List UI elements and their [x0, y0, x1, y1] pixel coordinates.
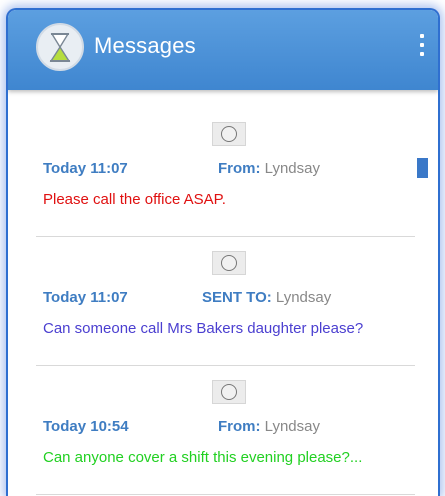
message-contact: From: Lyndsay: [218, 418, 320, 435]
unread-indicator: [417, 158, 428, 178]
message-text: Please call the office ASAP.: [43, 191, 226, 208]
select-radio[interactable]: [212, 380, 246, 404]
direction-label: From:: [218, 160, 261, 177]
message-time: Today 10:54: [43, 418, 129, 435]
message-contact: SENT TO: Lyndsay: [202, 289, 331, 306]
message-time: Today 11:07: [43, 160, 128, 177]
hourglass-logo-icon: [36, 23, 84, 71]
message-item[interactable]: Today 10:54 From: Lyndsay Can anyone cov…: [36, 366, 415, 495]
message-item[interactable]: Today 11:07 SENT TO: Lyndsay Can someone…: [36, 237, 415, 366]
direction-label: From:: [218, 418, 261, 435]
message-contact: From: Lyndsay: [218, 160, 320, 177]
app-title: Messages: [94, 33, 196, 58]
contact-name: Lyndsay: [264, 418, 320, 435]
contact-name: Lyndsay: [275, 289, 332, 306]
app-bar: Messages: [8, 10, 438, 90]
select-radio[interactable]: [212, 251, 246, 275]
message-item[interactable]: Today 11:07 From: Lyndsay Please call th…: [36, 108, 428, 237]
message-text: Can someone call Mrs Bakers daughter ple…: [43, 320, 364, 337]
message-text: Can anyone cover a shift this evening pl…: [43, 449, 363, 466]
message-time: Today 11:07: [43, 289, 128, 306]
select-radio[interactable]: [212, 122, 246, 146]
message-list: Today 11:07 From: Lyndsay Please call th…: [36, 108, 438, 495]
overflow-menu-icon[interactable]: [412, 30, 432, 62]
direction-label: SENT TO:: [202, 289, 272, 306]
contact-name: Lyndsay: [264, 160, 320, 177]
messages-window: Messages Today 11:07 From: Lyndsay Pleas…: [6, 8, 440, 496]
